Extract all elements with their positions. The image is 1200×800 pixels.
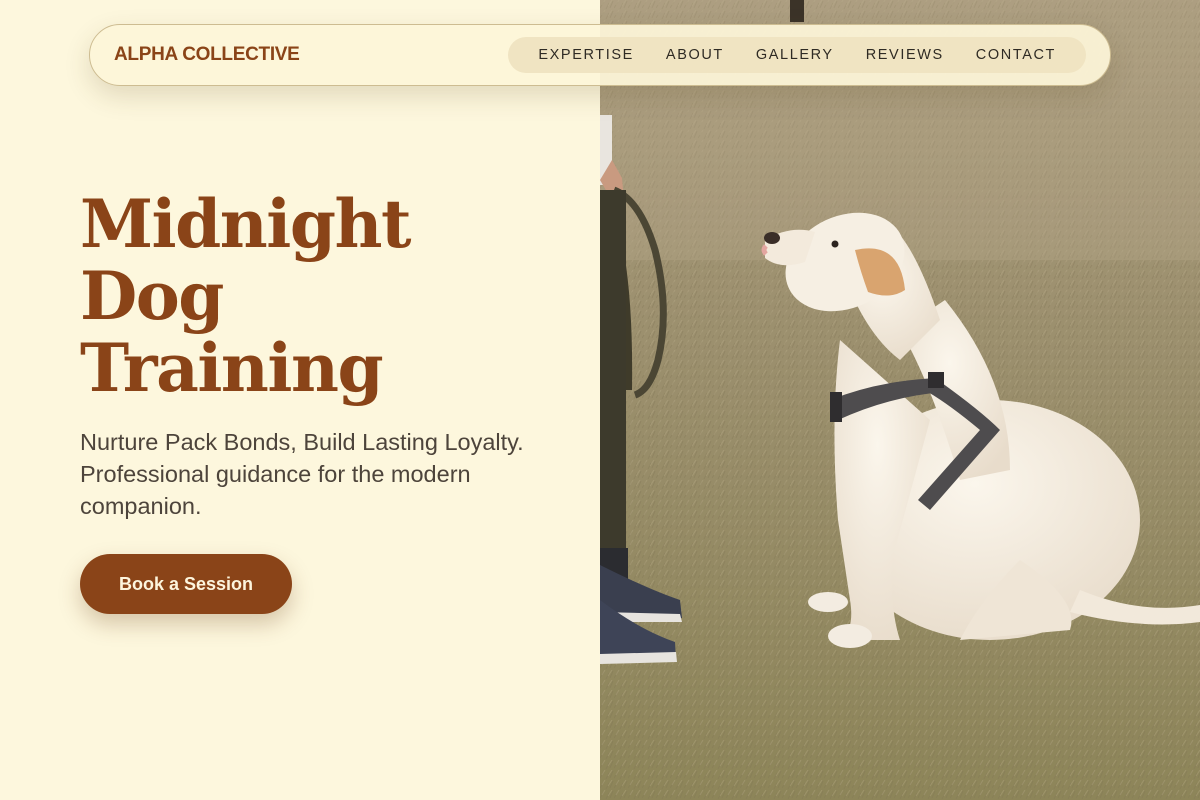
hero-title-line: Dog xyxy=(80,257,224,335)
hero-title-line: Training xyxy=(80,329,384,407)
nav-link-contact[interactable]: CONTACT xyxy=(962,47,1070,63)
hero-photo xyxy=(600,0,1200,800)
nav-link-about[interactable]: ABOUT xyxy=(652,47,738,63)
book-session-button[interactable]: Book a Session xyxy=(80,554,292,614)
hero-subtitle: Nurture Pack Bonds, Build Lasting Loyalt… xyxy=(80,429,524,519)
brand-logo[interactable]: ALPHA COLLECTIVE xyxy=(114,44,300,66)
site-header: ALPHA COLLECTIVE EXPERTISE ABOUT GALLERY… xyxy=(89,24,1111,86)
hero-title-line: Midnight xyxy=(80,185,411,263)
nav-link-gallery[interactable]: GALLERY xyxy=(742,47,848,63)
nav-link-reviews[interactable]: REVIEWS xyxy=(852,47,958,63)
dog-photo xyxy=(600,0,1200,800)
hero-title: Midnight Dog Training xyxy=(80,188,560,404)
nav-link-expertise[interactable]: EXPERTISE xyxy=(524,47,648,63)
main-nav: EXPERTISE ABOUT GALLERY REVIEWS CONTACT xyxy=(508,37,1086,73)
